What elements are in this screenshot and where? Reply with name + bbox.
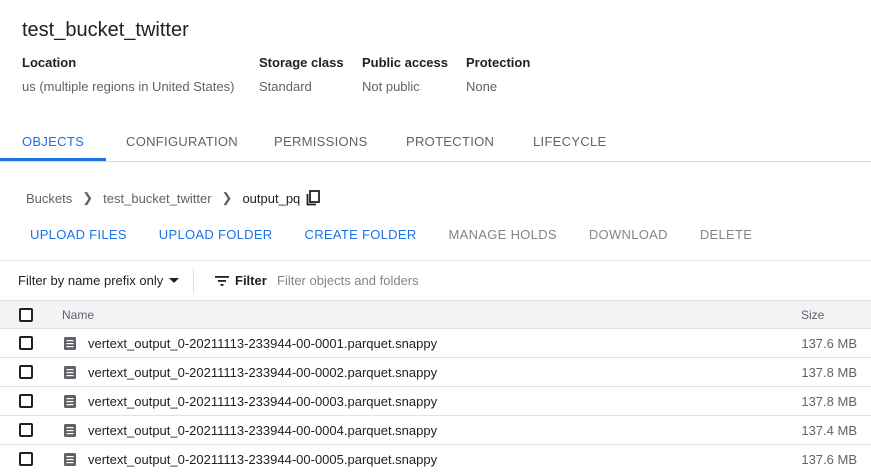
file-size: 137.6 MB <box>801 452 857 467</box>
table-row: vertext_output_0-20211113-233944-00-0003… <box>0 387 871 416</box>
select-all-checkbox[interactable] <box>19 308 33 322</box>
create-folder-button[interactable]: CREATE FOLDER <box>289 222 433 248</box>
file-size: 137.8 MB <box>801 394 857 409</box>
meta-label: Protection <box>466 55 531 70</box>
filter-bar: Filter by name prefix only Filter <box>0 260 871 300</box>
filter-label: Filter <box>235 273 267 288</box>
row-checkbox[interactable] <box>19 452 33 466</box>
breadcrumb-bucket[interactable]: test_bucket_twitter <box>103 191 211 206</box>
breadcrumb-buckets[interactable]: Buckets <box>26 191 72 206</box>
file-size: 137.8 MB <box>801 365 857 380</box>
tab-objects[interactable]: OBJECTS <box>0 123 107 161</box>
table-header: Name Size <box>0 300 871 329</box>
row-checkbox[interactable] <box>19 394 33 408</box>
tab-protection[interactable]: PROTECTION <box>384 123 516 161</box>
upload-folder-button[interactable]: UPLOAD FOLDER <box>143 222 289 248</box>
row-checkbox[interactable] <box>19 336 33 350</box>
filter-mode-dropdown[interactable]: Filter by name prefix only <box>18 273 180 288</box>
meta-value: us (multiple regions in United States) <box>22 79 235 94</box>
row-checkbox[interactable] <box>19 365 33 379</box>
tab-permissions[interactable]: PERMISSIONS <box>252 123 390 161</box>
breadcrumb-current-folder: output_pq <box>242 190 301 206</box>
manage-holds-button[interactable]: MANAGE HOLDS <box>433 222 573 248</box>
file-name-link[interactable]: vertext_output_0-20211113-233944-00-0003… <box>88 394 437 409</box>
chevron-right-icon: ❯ <box>82 190 94 205</box>
file-icon <box>64 395 76 408</box>
meta-public-access: Public access Not public <box>362 55 448 95</box>
filter-input[interactable] <box>273 269 573 291</box>
tab-bar: OBJECTS CONFIGURATION PERMISSIONS PROTEC… <box>0 123 871 162</box>
download-button[interactable]: DOWNLOAD <box>573 222 684 248</box>
meta-value: Not public <box>362 79 420 94</box>
meta-storage-class: Storage class Standard <box>259 55 344 95</box>
file-icon <box>64 424 76 437</box>
chevron-right-icon: ❯ <box>221 190 233 205</box>
file-icon <box>64 453 76 466</box>
object-actions-toolbar: UPLOAD FILES UPLOAD FOLDER CREATE FOLDER… <box>14 222 768 248</box>
tab-configuration[interactable]: CONFIGURATION <box>104 123 260 161</box>
filter-mode-label: Filter by name prefix only <box>18 273 164 288</box>
meta-location: Location us (multiple regions in United … <box>22 55 234 95</box>
meta-label: Public access <box>362 55 448 70</box>
meta-protection: Protection None <box>466 55 530 95</box>
row-checkbox[interactable] <box>19 423 33 437</box>
copy-icon[interactable] <box>306 190 321 206</box>
file-icon <box>64 337 76 350</box>
file-name-link[interactable]: vertext_output_0-20211113-233944-00-0001… <box>88 336 437 351</box>
filter-icon <box>215 274 229 286</box>
file-name-link[interactable]: vertext_output_0-20211113-233944-00-0004… <box>88 423 437 438</box>
meta-label: Location <box>22 55 77 70</box>
column-header-name[interactable]: Name <box>62 308 94 322</box>
file-icon <box>64 366 76 379</box>
column-header-size[interactable]: Size <box>801 308 824 322</box>
delete-button[interactable]: DELETE <box>684 222 768 248</box>
breadcrumb: Buckets ❯ test_bucket_twitter ❯ output_p… <box>26 188 321 208</box>
divider <box>193 269 194 293</box>
file-size: 137.4 MB <box>801 423 857 438</box>
meta-value: Standard <box>259 79 312 94</box>
meta-value: None <box>466 79 498 94</box>
caret-down-icon <box>169 278 180 283</box>
file-name-link[interactable]: vertext_output_0-20211113-233944-00-0002… <box>88 365 437 380</box>
bucket-title: test_bucket_twitter <box>22 19 189 41</box>
meta-label: Storage class <box>259 55 344 70</box>
file-name-link[interactable]: vertext_output_0-20211113-233944-00-0005… <box>88 452 437 467</box>
table-row: vertext_output_0-20211113-233944-00-0005… <box>0 445 871 472</box>
table-row: vertext_output_0-20211113-233944-00-0002… <box>0 358 871 387</box>
tab-lifecycle[interactable]: LIFECYCLE <box>511 123 629 161</box>
table-row: vertext_output_0-20211113-233944-00-0001… <box>0 329 871 358</box>
file-size: 137.6 MB <box>801 336 857 351</box>
table-row: vertext_output_0-20211113-233944-00-0004… <box>0 416 871 445</box>
upload-files-button[interactable]: UPLOAD FILES <box>14 222 143 248</box>
objects-table: Name Size vertext_output_0-20211113-2339… <box>0 300 871 472</box>
